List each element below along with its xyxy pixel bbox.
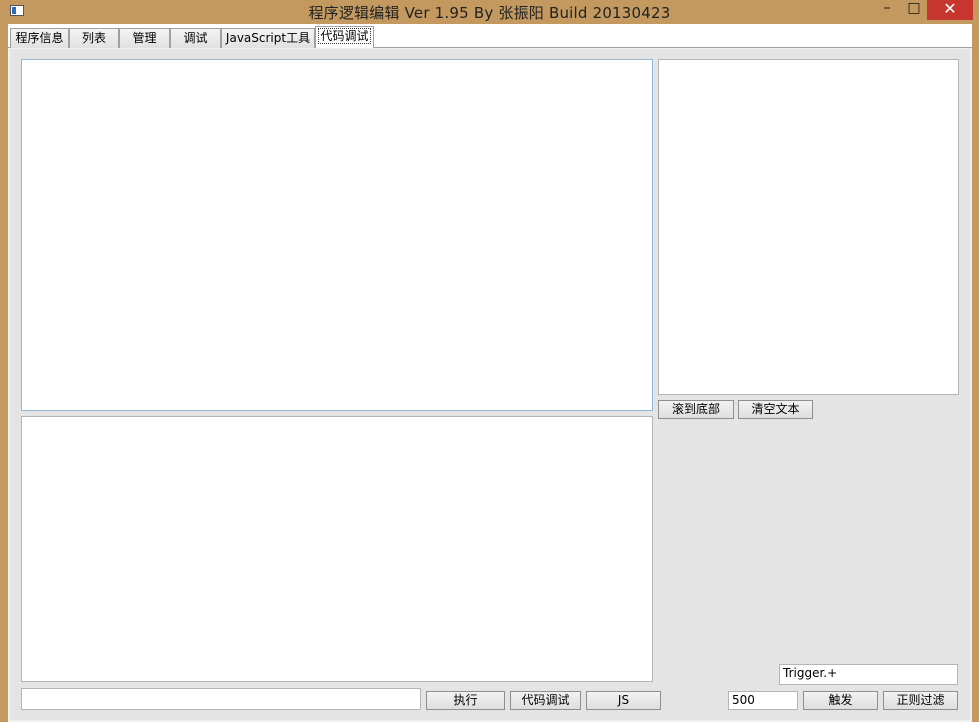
code-debug-button[interactable]: 代码调试: [510, 691, 581, 710]
tab-label: 代码调试: [318, 28, 371, 44]
js-button[interactable]: JS: [586, 691, 661, 710]
tab-debug[interactable]: 调试: [170, 28, 221, 48]
tab-strip: 程序信息 列表 管理 调试 JavaScript工具 代码调试: [8, 24, 972, 48]
title-bar[interactable]: 程序逻辑编辑 Ver 1.95 By 张振阳 Build 20130423 – …: [0, 0, 979, 24]
client-area: 程序信息 列表 管理 调试 JavaScript工具 代码调试 滚到底部 清空文…: [8, 24, 972, 722]
main-window: 程序逻辑编辑 Ver 1.95 By 张振阳 Build 20130423 – …: [0, 0, 979, 722]
interval-input[interactable]: 500: [728, 691, 798, 710]
minimize-button[interactable]: –: [873, 0, 901, 20]
tab-page-code-debug: 滚到底部 清空文本 Trigger.+ 执行 代码调试 JS 500 触发 正则…: [10, 49, 970, 720]
tab-list[interactable]: 列表: [69, 28, 119, 48]
tab-manage[interactable]: 管理: [119, 28, 170, 48]
execute-button[interactable]: 执行: [426, 691, 505, 710]
filter-regex-input[interactable]: Trigger.+: [779, 664, 958, 685]
tab-label: 管理: [132, 31, 157, 45]
tab-program-info[interactable]: 程序信息: [10, 28, 69, 48]
clear-text-button[interactable]: 清空文本: [738, 400, 813, 419]
scroll-to-bottom-button[interactable]: 滚到底部: [658, 400, 734, 419]
tab-label: 程序信息: [15, 31, 64, 45]
log-textarea[interactable]: [658, 59, 959, 395]
trigger-button[interactable]: 触发: [803, 691, 878, 710]
tab-label: 调试: [183, 31, 208, 45]
tab-label: JavaScript工具: [225, 31, 311, 45]
tab-javascript-tools[interactable]: JavaScript工具: [221, 28, 315, 48]
window-title: 程序逻辑编辑 Ver 1.95 By 张振阳 Build 20130423: [308, 4, 671, 22]
regex-filter-button[interactable]: 正则过滤: [883, 691, 958, 710]
maximize-button[interactable]: □: [901, 0, 927, 20]
close-button[interactable]: ✕: [927, 0, 973, 20]
command-input[interactable]: [21, 688, 421, 710]
tab-label: 列表: [81, 31, 106, 45]
output-textarea[interactable]: [21, 416, 653, 682]
code-editor-textarea[interactable]: [21, 59, 653, 411]
tab-code-debug[interactable]: 代码调试: [315, 26, 374, 48]
